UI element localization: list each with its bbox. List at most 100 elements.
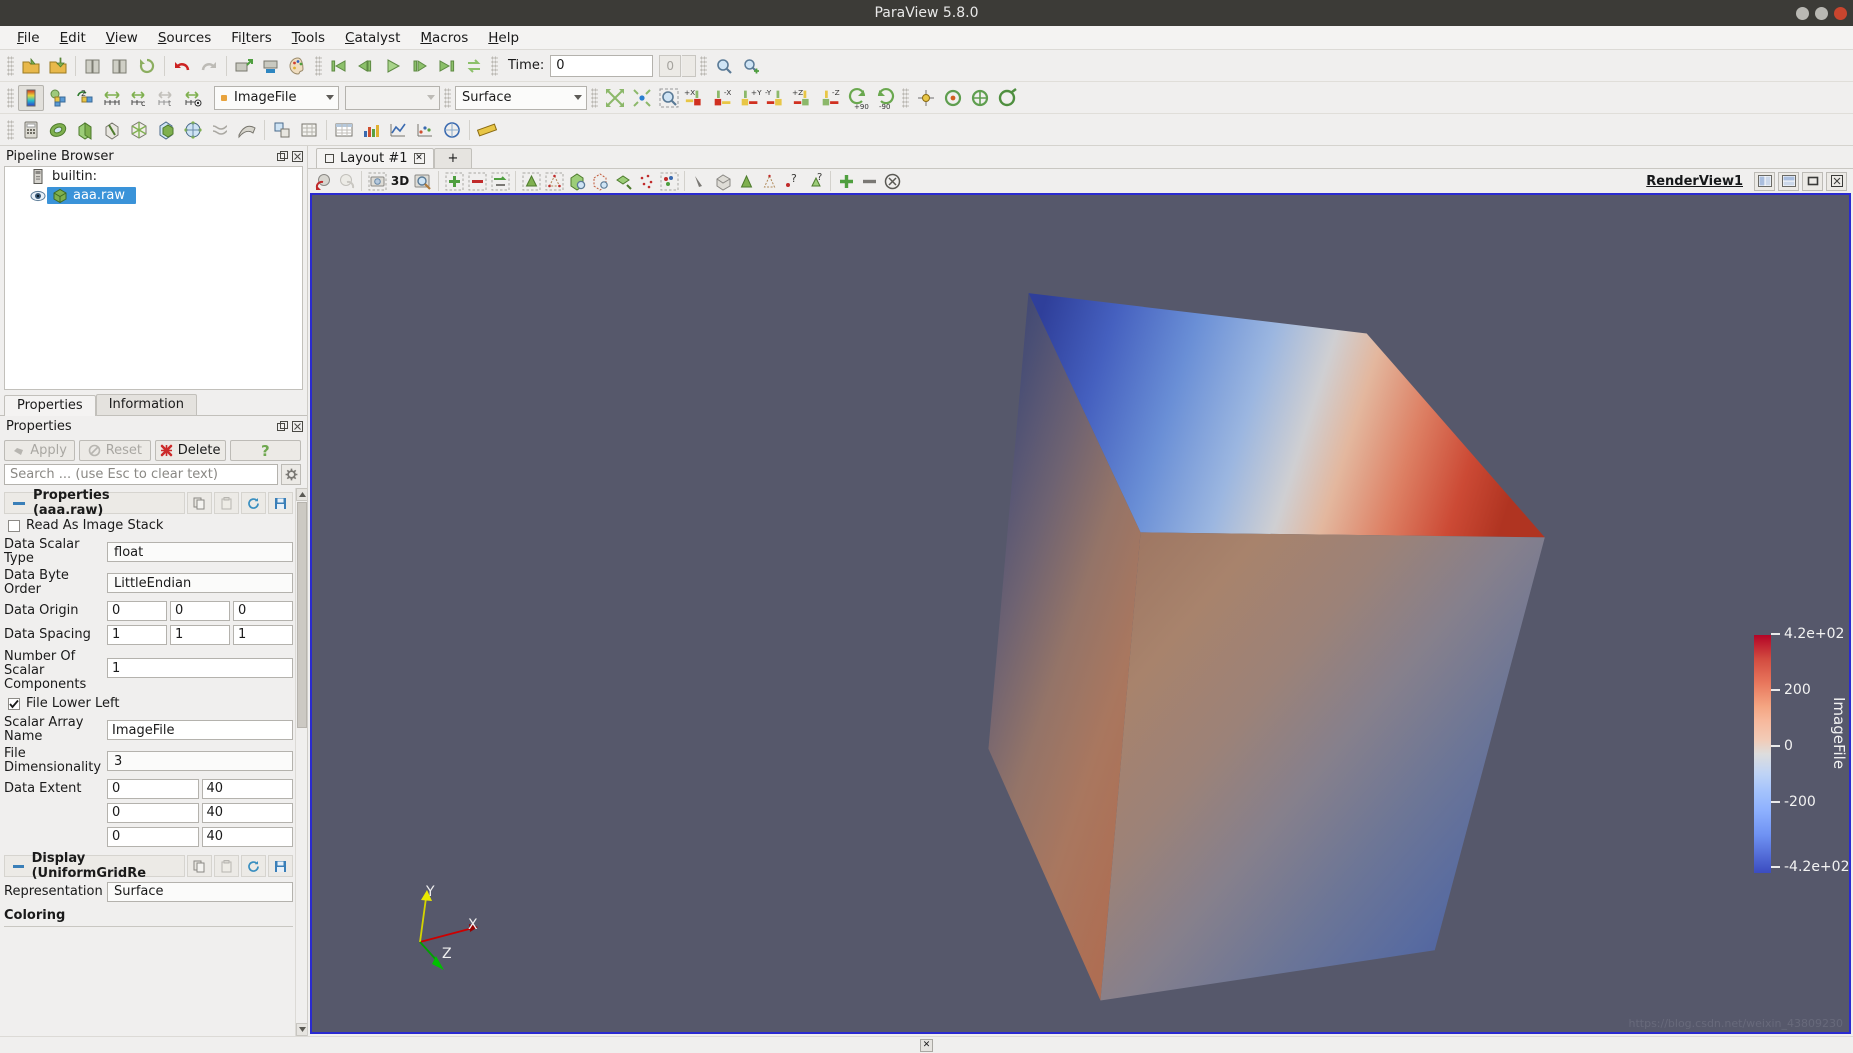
select-cells-through-icon[interactable] [566,170,588,192]
search-input[interactable]: Search ... (use Esc to clear text) [4,464,278,485]
plus-y-icon[interactable]: +Y [737,85,763,111]
redo-camera-icon[interactable] [335,170,357,192]
toolbar-grip[interactable] [7,55,14,76]
split-vertical-icon[interactable] [1778,171,1799,191]
toolbar-grip[interactable] [7,87,14,108]
toolbar-grip[interactable] [700,55,708,76]
rotate-90-icon[interactable]: +90 [845,85,871,111]
maximize-button[interactable] [1815,6,1828,20]
toggle-selection-icon[interactable] [489,170,511,192]
clear-selection-icon[interactable] [881,170,903,192]
camera-inspector-icon[interactable] [412,170,434,192]
gear-icon[interactable] [281,464,301,485]
undo-icon[interactable] [169,53,195,79]
next-frame-icon[interactable] [407,53,433,79]
select-points-through-icon[interactable] [589,170,611,192]
toolbar-grip[interactable] [491,55,498,76]
rescale-data-range-icon[interactable] [99,85,125,111]
data-byte-order-combo[interactable]: LittleEndian [107,573,293,593]
threshold-icon[interactable] [126,117,152,143]
data-extent-x-max-input[interactable]: 40 [201,778,293,799]
representation-combo[interactable]: Surface [455,85,587,110]
color-legend[interactable]: 4.2e+02 200 0 -200 -4.2e+02 ImageFile [1754,626,1849,875]
scrollbar-thumb[interactable] [297,502,307,728]
menu-file[interactable]: File [8,28,49,48]
data-origin-y-input[interactable]: 0 [170,600,230,621]
scroll-up-icon[interactable] [296,488,307,501]
tab-information[interactable]: Information [95,394,197,415]
contour-icon[interactable] [45,117,71,143]
menu-tools[interactable]: Tools [283,28,334,48]
magnify-icon[interactable] [711,53,737,79]
tab-properties[interactable]: Properties [4,395,96,416]
magnify-plus-icon[interactable] [738,53,764,79]
hover-points-icon[interactable] [689,170,711,192]
zoom-to-box-icon[interactable] [656,85,682,111]
histogram-icon[interactable] [358,117,384,143]
pipeline-item-builtin[interactable]: builtin: [5,167,302,186]
menu-macros[interactable]: Macros [411,28,477,48]
menu-sources[interactable]: Sources [149,28,220,48]
reset-button[interactable]: Reset [79,440,151,461]
rescale-time-icon[interactable]: c [126,85,152,111]
load-state-icon[interactable] [134,53,160,79]
pipeline-browser[interactable]: builtin: aaa.raw [4,166,303,390]
first-frame-icon[interactable] [326,53,352,79]
read-as-image-stack-checkbox[interactable] [8,519,20,532]
open-recent-icon[interactable] [45,53,71,79]
interactive-select-icon[interactable] [658,170,680,192]
tab-layout-1[interactable]: Layout #1 ✕ [316,148,434,168]
shrink-selection-icon[interactable] [858,170,880,192]
toolbar-grip[interactable] [7,119,14,140]
connect-icon[interactable] [231,53,257,79]
grow-selection-icon[interactable] [835,170,857,192]
scalar-array-name-input[interactable]: ImageFile [107,720,293,740]
split-horizontal-icon[interactable] [1754,171,1775,191]
rotate-minus-90-icon[interactable]: -90 [872,85,898,111]
undock-icon[interactable] [276,150,288,162]
delete-button[interactable]: Delete [154,440,226,461]
file-lower-left-row[interactable]: File Lower Left [8,696,293,711]
find-data-cells-icon[interactable] [735,170,757,192]
select-cells-icon[interactable] [520,170,542,192]
data-extent-y-min-input[interactable]: 0 [107,802,199,823]
close-panel-icon[interactable] [291,420,303,432]
plot-data-icon[interactable] [412,117,438,143]
data-origin-z-input[interactable]: 0 [233,600,293,621]
group-datasets-icon[interactable] [269,117,295,143]
component-combo[interactable] [345,85,440,110]
file-lower-left-checkbox[interactable] [8,697,20,710]
pipeline-selection[interactable]: aaa.raw [47,187,136,204]
query-cells-icon[interactable]: ? [804,170,826,192]
stream-tracer-icon[interactable] [207,117,233,143]
collapse-icon[interactable] [13,501,25,505]
save-as-defaults-icon[interactable] [268,492,293,514]
loop-icon[interactable] [461,53,487,79]
warp-icon[interactable] [234,117,260,143]
data-spacing-x-input[interactable]: 1 [107,624,167,645]
last-frame-icon[interactable] [434,53,460,79]
close-view-icon[interactable] [1826,171,1847,191]
display-group-header[interactable]: Display (UniformGridRe [4,851,293,881]
add-layout-tab[interactable]: + [433,148,473,168]
color-palette-icon[interactable] [285,53,311,79]
plus-z-icon[interactable]: +Z [791,85,817,111]
menu-edit[interactable]: Edit [51,28,95,48]
color-map-editor-icon[interactable] [18,84,44,111]
ruler-icon[interactable] [474,117,500,143]
pipeline-item-aaa-raw[interactable]: aaa.raw [5,186,302,205]
time-input[interactable]: 0 [550,54,654,77]
file-dimensionality-combo[interactable]: 3 [107,751,293,771]
properties-scrollbar[interactable] [295,488,307,1036]
close-small-icon[interactable]: ✕ [920,1038,933,1052]
plus-x-icon[interactable]: +X [683,85,709,111]
data-spacing-z-input[interactable]: 1 [233,624,293,645]
open-file-icon[interactable] [18,53,44,79]
spreadsheet-icon[interactable] [331,117,357,143]
color-array-combo[interactable]: ImageFile [214,85,339,110]
add-selection-icon[interactable] [443,170,465,192]
glyph-icon[interactable] [180,117,206,143]
plot-over-line-icon[interactable] [385,117,411,143]
frame-index-input[interactable]: 0 [659,54,682,77]
orientation-axes-widget[interactable]: X Y Z [400,884,490,974]
